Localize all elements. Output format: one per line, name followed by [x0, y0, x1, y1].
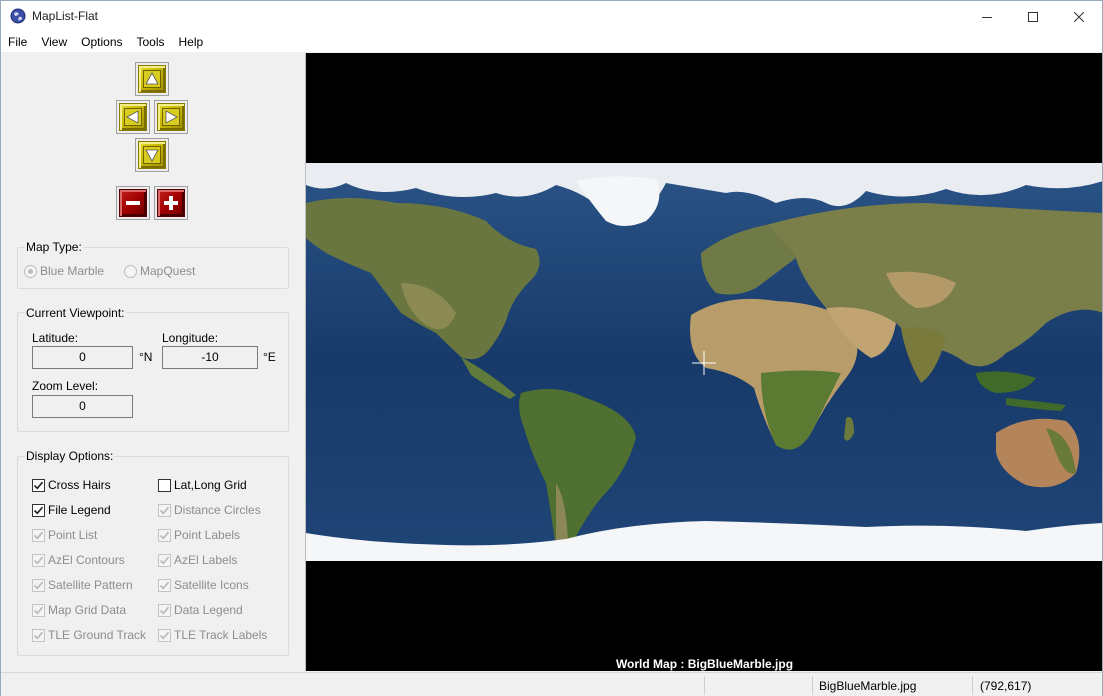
checkbox-point-list: Point List — [32, 528, 97, 542]
checkbox-label: Cross Hairs — [48, 478, 111, 492]
checkbox-label: Distance Circles — [174, 503, 261, 517]
menu-bar: File View Options Tools Help — [1, 32, 1102, 52]
close-icon — [1074, 11, 1084, 22]
latitude-field[interactable]: 0 — [32, 346, 133, 369]
checkbox-box — [32, 628, 45, 642]
checkbox-label: AzEl Labels — [174, 553, 238, 567]
status-separator — [972, 676, 973, 695]
close-button[interactable] — [1056, 1, 1102, 32]
status-bar: BigBlueMarble.jpg (792,617) — [1, 672, 1102, 696]
title-bar[interactable]: MapList-Flat — [1, 1, 1102, 32]
minimize-icon — [982, 16, 992, 18]
menu-tools[interactable]: Tools — [130, 32, 172, 52]
arrow-left-icon — [124, 108, 142, 126]
app-window: MapList-Flat File View Options Tools Hel… — [0, 0, 1103, 696]
checkbox-box — [32, 578, 45, 592]
checkbox-label: Map Grid Data — [48, 603, 127, 617]
radio-label: MapQuest — [140, 264, 196, 278]
checkbox-box — [158, 603, 171, 617]
arrow-down-icon — [143, 146, 161, 164]
menu-file[interactable]: File — [1, 32, 34, 52]
checkbox-box — [158, 578, 171, 592]
checkbox-label: Satellite Icons — [174, 578, 249, 592]
checkbox-label: File Legend — [48, 503, 111, 517]
zoom-out-button[interactable] — [116, 186, 150, 220]
checkbox-label: TLE Track Labels — [174, 628, 268, 642]
checkbox-cross-hairs[interactable]: Cross Hairs — [32, 478, 111, 492]
checkbox-map-grid-data: Map Grid Data — [32, 603, 126, 617]
checkbox-distance-circles: Distance Circles — [158, 503, 261, 517]
viewpoint-title: Current Viewpoint: — [25, 306, 126, 320]
checkbox-azel-contours: AzEl Contours — [32, 553, 125, 567]
checkbox-box — [32, 528, 45, 542]
world-map-image — [306, 163, 1102, 561]
display-options-title: Display Options: — [25, 449, 115, 463]
maximize-button[interactable] — [1010, 1, 1056, 32]
pan-up-button[interactable] — [135, 62, 169, 96]
checkbox-point-labels: Point Labels — [158, 528, 240, 542]
checkbox-label: TLE Ground Track — [48, 628, 147, 642]
checkbox-box — [158, 628, 171, 642]
menu-help[interactable]: Help — [172, 32, 211, 52]
checkbox-box — [32, 553, 45, 567]
zoom-level-label: Zoom Level: — [32, 379, 99, 393]
latitude-label: Latitude: — [32, 331, 79, 345]
pan-right-button[interactable] — [154, 100, 188, 134]
checkbox-lat-long-grid[interactable]: Lat,Long Grid — [158, 478, 247, 492]
maximize-icon — [1028, 11, 1038, 22]
radio-dot — [24, 264, 37, 278]
checkbox-data-legend: Data Legend — [158, 603, 243, 617]
checkbox-satellite-icons: Satellite Icons — [158, 578, 249, 592]
map-file-legend: World Map : BigBlueMarble.jpg — [615, 657, 794, 671]
checkbox-azel-labels: AzEl Labels — [158, 553, 237, 567]
checkbox-label: Lat,Long Grid — [174, 478, 247, 492]
checkbox-tle-ground-track: TLE Ground Track — [32, 628, 146, 642]
longitude-field[interactable]: -10 — [162, 346, 258, 369]
status-filename: BigBlueMarble.jpg — [819, 679, 917, 693]
latitude-unit: °N — [139, 350, 153, 364]
checkbox-box[interactable] — [32, 503, 45, 517]
globe-icon — [10, 8, 26, 24]
radio-blue-marble[interactable]: Blue Marble — [24, 264, 104, 278]
zoom-in-button[interactable] — [154, 186, 188, 220]
checkbox-label: Satellite Pattern — [48, 578, 133, 592]
checkbox-satellite-pattern: Satellite Pattern — [32, 578, 133, 592]
control-panel: Map Type: Blue Marble MapQuest Current V… — [1, 53, 304, 671]
map-type-title: Map Type: — [25, 240, 83, 254]
menu-view[interactable]: View — [34, 32, 74, 52]
radio-dot — [124, 264, 137, 278]
longitude-label: Longitude: — [162, 331, 219, 345]
radio-mapquest[interactable]: MapQuest — [124, 264, 195, 278]
arrow-up-icon — [143, 70, 161, 88]
minimize-button[interactable] — [964, 1, 1010, 32]
checkbox-label: Point List — [48, 528, 98, 542]
checkbox-file-legend[interactable]: File Legend — [32, 503, 111, 517]
checkbox-box — [32, 603, 45, 617]
checkbox-box — [158, 503, 171, 517]
checkbox-box[interactable] — [32, 478, 45, 492]
checkbox-box — [158, 528, 171, 542]
checkbox-label: Point Labels — [174, 528, 241, 542]
checkbox-box[interactable] — [158, 478, 171, 492]
menu-options[interactable]: Options — [74, 32, 129, 52]
checkbox-box — [158, 553, 171, 567]
pan-down-button[interactable] — [135, 138, 169, 172]
status-separator — [812, 676, 813, 695]
arrow-right-icon — [162, 108, 180, 126]
zoom-level-field[interactable]: 0 — [32, 395, 133, 418]
status-separator — [704, 676, 705, 695]
minus-icon — [126, 201, 140, 205]
window-title: MapList-Flat — [32, 9, 99, 23]
checkbox-label: AzEl Contours — [48, 553, 125, 567]
radio-label: Blue Marble — [40, 264, 105, 278]
longitude-unit: °E — [263, 350, 276, 364]
checkbox-tle-track-labels: TLE Track Labels — [158, 628, 267, 642]
status-coordinates: (792,617) — [980, 679, 1032, 693]
map-view[interactable]: World Map : BigBlueMarble.jpg — [305, 53, 1102, 671]
plus-icon — [164, 196, 178, 210]
pan-left-button[interactable] — [116, 100, 150, 134]
checkbox-label: Data Legend — [174, 603, 243, 617]
